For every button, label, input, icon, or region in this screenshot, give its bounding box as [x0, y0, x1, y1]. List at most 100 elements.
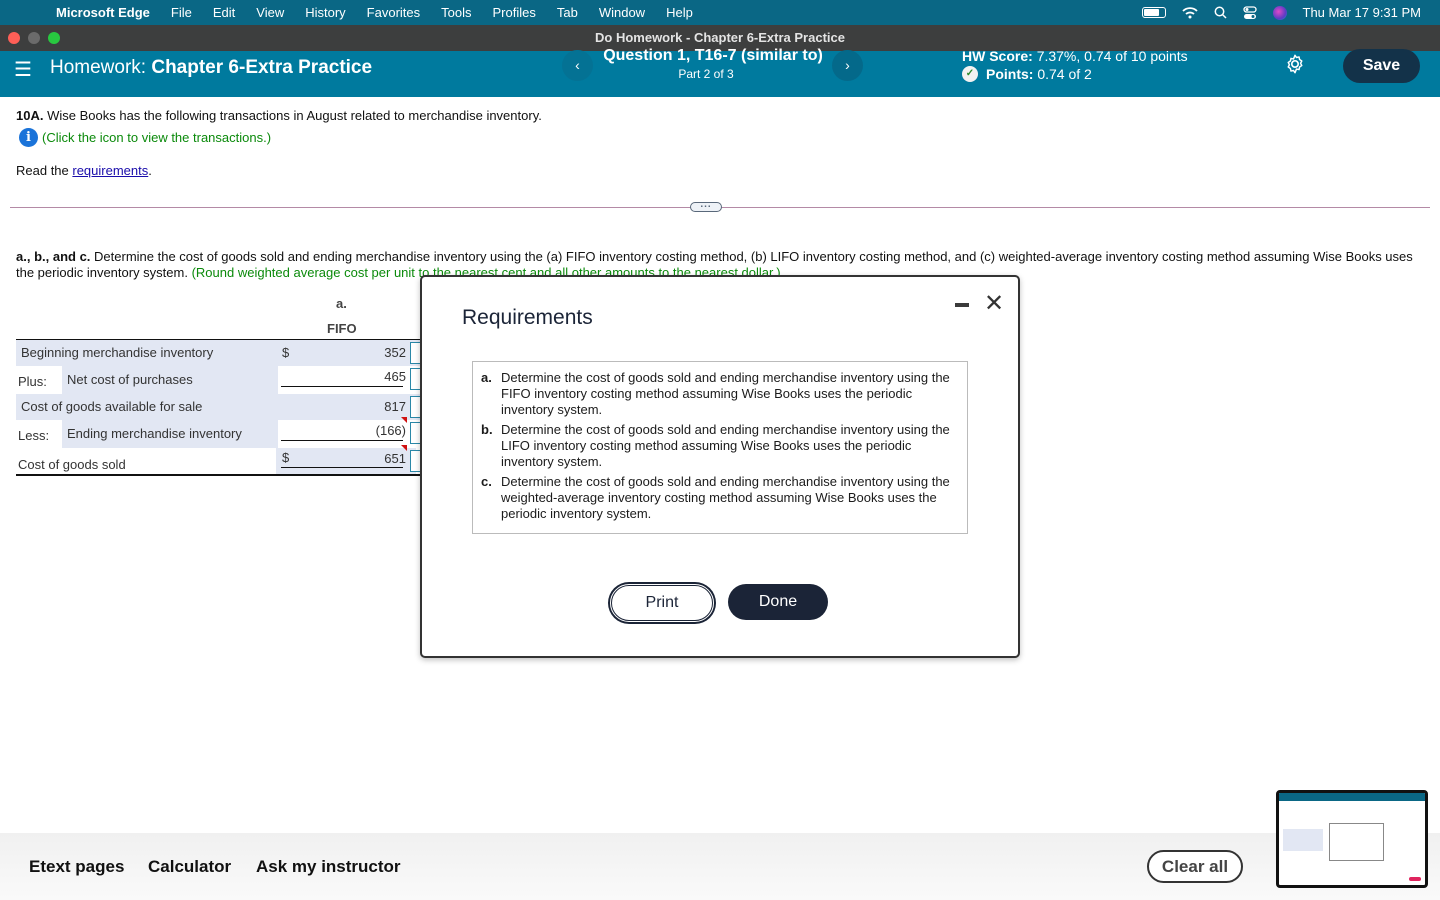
row-label: Cost of goods available for sale [16, 394, 416, 420]
requirements-dialog: Requirements ✕ a. Determine the cost of … [420, 275, 1020, 658]
print-button[interactable]: Print [609, 583, 715, 623]
ask-instructor-link[interactable]: Ask my instructor [256, 857, 401, 877]
hw-score-value: 7.37%, 0.74 of 10 points [1036, 48, 1188, 64]
question-points: ✓ Points: 0.74 of 2 [962, 66, 1092, 82]
menu-file[interactable]: File [171, 5, 192, 20]
read-prefix: Read the [16, 163, 73, 178]
row-label: Net cost of purchases [62, 366, 278, 394]
hamburger-menu-icon[interactable]: ☰ [14, 57, 32, 82]
homework-name: Chapter 6-Extra Practice [151, 57, 373, 78]
points-status-icon: ✓ [962, 66, 978, 82]
menu-window[interactable]: Window [599, 5, 645, 20]
requirement-key: b. [481, 422, 493, 437]
transactions-info: i (Click the icon to view the transactio… [16, 128, 271, 147]
close-window-button[interactable] [8, 32, 20, 44]
question-number: 10A. [16, 108, 44, 123]
window-title: Do Homework - Chapter 6-Extra Practice [595, 30, 845, 45]
question-title: Question 1, T16-7 (similar to) [603, 47, 823, 64]
menu-tab[interactable]: Tab [557, 5, 578, 20]
points-value: 0.74 of 2 [1037, 66, 1092, 82]
wifi-icon[interactable] [1181, 6, 1198, 19]
expand-handle[interactable]: ... [690, 200, 722, 212]
close-icon[interactable]: ✕ [984, 289, 1004, 318]
underline [281, 440, 403, 441]
thumbnail-button [1409, 877, 1421, 881]
footer-toolbar: Etext pages Calculator Ask my instructor… [0, 833, 1440, 900]
requirement-item: a. Determine the cost of goods sold and … [481, 370, 957, 418]
info-icon[interactable]: i [19, 128, 38, 147]
save-button[interactable]: Save [1343, 49, 1420, 83]
clear-all-button[interactable]: Clear all [1147, 850, 1243, 883]
row-value[interactable]: (166) [376, 423, 406, 438]
underline [281, 386, 403, 387]
mac-menubar: Microsoft Edge File Edit View History Fa… [0, 0, 1440, 25]
table-row: Beginning merchandise inventory $ 352 [16, 340, 426, 366]
underline [281, 467, 403, 468]
requirements-list: a. Determine the cost of goods sold and … [472, 361, 968, 534]
spotlight-search-icon[interactable] [1214, 6, 1227, 19]
row-label: Ending merchandise inventory [62, 420, 278, 448]
hw-score: HW Score: 7.37%, 0.74 of 10 points [962, 48, 1188, 64]
table-row: Plus: Net cost of purchases 465 [16, 366, 426, 394]
menu-history[interactable]: History [305, 5, 345, 20]
requirement-key: a. [481, 370, 492, 385]
row-value[interactable]: 651 [384, 451, 406, 466]
next-question-button[interactable]: › [832, 50, 863, 81]
control-center-icon[interactable] [1242, 5, 1257, 20]
zoom-window-button[interactable] [48, 32, 60, 44]
menubar-clock[interactable]: Thu Mar 17 9:31 PM [1303, 5, 1422, 20]
row-prefix: Less: [18, 428, 50, 443]
hw-score-label: HW Score: [962, 48, 1033, 64]
dialog-title: Requirements [462, 306, 593, 329]
requirement-key: c. [481, 474, 492, 489]
row-value[interactable]: 817 [384, 399, 406, 414]
homework-header: ☰ Homework: Chapter 6-Extra Practice ‹ Q… [0, 47, 1440, 97]
requirements-link[interactable]: requirements [72, 163, 148, 178]
requirement-text: Determine the cost of goods sold and end… [501, 370, 950, 417]
read-requirements-line: Read the requirements. [16, 163, 152, 178]
calculator-link[interactable]: Calculator [148, 857, 231, 877]
table-row: Cost of goods available for sale 817 [16, 394, 426, 420]
table-bottom-rule [16, 474, 426, 476]
requirement-text: Determine the cost of goods sold and end… [501, 422, 950, 469]
transactions-hint: (Click the icon to view the transactions… [42, 130, 272, 145]
menu-help[interactable]: Help [666, 5, 693, 20]
row-value[interactable]: 465 [384, 369, 406, 384]
table-row: Less: Ending merchandise inventory (166) [16, 417, 426, 448]
menu-favorites[interactable]: Favorites [367, 5, 420, 20]
screenshot-thumbnail[interactable] [1276, 790, 1428, 888]
settings-gear-icon[interactable] [1284, 53, 1306, 75]
thumbnail-header [1279, 793, 1425, 801]
requirement-item: c. Determine the cost of goods sold and … [481, 474, 957, 522]
read-suffix: . [148, 163, 152, 178]
thumbnail-dialog [1329, 823, 1384, 861]
battery-icon[interactable] [1141, 7, 1166, 18]
minimize-icon[interactable] [955, 303, 969, 307]
minimize-window-button[interactable] [28, 32, 40, 44]
task-label: a., b., and c. [16, 249, 91, 264]
column-letter: a. [336, 296, 347, 311]
row-value[interactable]: 352 [384, 345, 406, 360]
intro-text: Wise Books has the following transaction… [47, 108, 542, 123]
homework-prefix: Homework: [50, 57, 147, 78]
incorrect-flag-icon [401, 445, 407, 451]
menu-tools[interactable]: Tools [441, 5, 471, 20]
prev-question-button[interactable]: ‹ [562, 50, 593, 81]
etext-pages-link[interactable]: Etext pages [29, 857, 124, 877]
points-label: Points: [986, 66, 1034, 82]
thumbnail-table [1283, 829, 1323, 851]
menu-app-name[interactable]: Microsoft Edge [56, 5, 150, 20]
requirement-item: b. Determine the cost of goods sold and … [481, 422, 957, 470]
row-label: Cost of goods sold [18, 457, 126, 472]
done-button[interactable]: Done [728, 584, 828, 620]
dollar-sign: $ [282, 450, 290, 465]
incorrect-flag-icon [401, 417, 407, 423]
siri-icon[interactable] [1272, 5, 1287, 20]
menu-edit[interactable]: Edit [213, 5, 235, 20]
row-prefix: Plus: [18, 374, 47, 389]
table-row: Cost of goods sold $ 651 [16, 445, 426, 476]
menu-view[interactable]: View [256, 5, 284, 20]
requirement-text: Determine the cost of goods sold and end… [501, 474, 950, 521]
menu-profiles[interactable]: Profiles [493, 5, 536, 20]
column-header-fifo: FIFO [327, 321, 357, 336]
